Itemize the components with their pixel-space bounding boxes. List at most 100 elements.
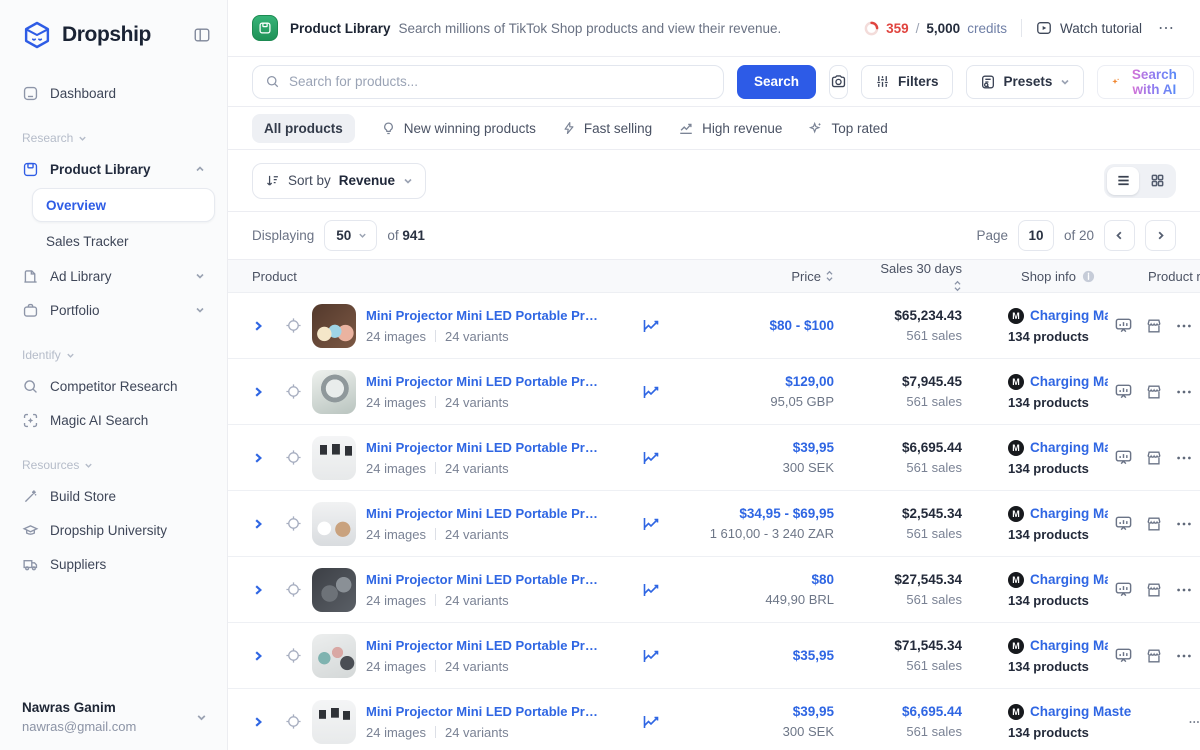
row-expand-button[interactable] (252, 452, 274, 464)
page-number-input[interactable] (1018, 220, 1054, 251)
product-title[interactable]: Mini Projector Mini LED Portable Project… (366, 308, 600, 323)
sales-chart-icon[interactable] (641, 514, 661, 534)
sidebar-item-dropship-university[interactable]: Dropship University (12, 513, 215, 547)
search-with-ai-button[interactable]: Search with AI (1097, 65, 1194, 99)
user-menu[interactable]: Nawras Ganim nawras@gmail.com (0, 686, 227, 750)
sales-chart-icon[interactable] (641, 580, 661, 600)
sidebar-item-build-store[interactable]: Build Store (12, 479, 215, 513)
track-product-button[interactable] (274, 449, 312, 466)
track-product-button[interactable] (274, 515, 312, 532)
image-search-button[interactable] (829, 65, 848, 99)
sidebar-item-product-library[interactable]: Product Library (12, 152, 215, 186)
shop-name[interactable]: Charging Master (1030, 308, 1108, 323)
shop-name[interactable]: Charging Master (1030, 638, 1108, 653)
shop-name[interactable]: Charging Master (1030, 506, 1108, 521)
product-image[interactable] (312, 502, 356, 546)
sidebar-item-ad-library[interactable]: Ad Library (12, 259, 215, 293)
chip-fast-selling[interactable]: Fast selling (562, 121, 652, 136)
product-image[interactable] (312, 700, 356, 744)
product-title[interactable]: Mini Projector Mini LED Portable Project… (366, 704, 600, 719)
shop-name[interactable]: Charging Master (1030, 704, 1132, 719)
credits-counter[interactable]: 359 / 5,000 credits (864, 21, 1007, 36)
grid-view-button[interactable] (1141, 167, 1173, 195)
row-more-menu-icon[interactable] (1175, 383, 1193, 401)
product-image[interactable] (312, 634, 356, 678)
chip-top-rated[interactable]: Top rated (808, 121, 887, 136)
sales-chart-icon[interactable] (641, 646, 661, 666)
view-analytics-icon[interactable] (1114, 382, 1133, 401)
sidebar-item-sales-tracker[interactable]: Sales Tracker (32, 225, 215, 257)
storefront-icon[interactable] (1145, 449, 1163, 467)
row-expand-button[interactable] (252, 650, 274, 662)
next-page-button[interactable] (1145, 220, 1176, 251)
view-analytics-icon[interactable] (1114, 448, 1133, 467)
storefront-icon[interactable] (1145, 317, 1163, 335)
search-field[interactable] (252, 65, 724, 99)
column-price[interactable]: Price (696, 269, 834, 284)
presets-button[interactable]: Presets (966, 65, 1085, 99)
product-title[interactable]: Mini Projector Mini LED Portable Project… (366, 506, 600, 521)
row-expand-button[interactable] (252, 584, 274, 596)
section-identify[interactable]: Identify (12, 348, 215, 362)
sales-chart-icon[interactable] (641, 382, 661, 402)
view-analytics-icon[interactable] (1114, 646, 1133, 665)
storefront-icon[interactable] (1145, 581, 1163, 599)
track-product-button[interactable] (274, 713, 312, 730)
view-analytics-icon[interactable] (1114, 580, 1133, 599)
row-more-menu-icon[interactable] (1175, 647, 1193, 665)
sidebar-item-competitor-research[interactable]: Competitor Research (12, 369, 215, 403)
watch-tutorial-button[interactable]: Watch tutorial (1036, 20, 1142, 36)
sales-chart-icon[interactable] (641, 448, 661, 468)
search-button[interactable]: Search (737, 65, 816, 99)
page-size-select[interactable]: 50 (324, 220, 377, 251)
previous-page-button[interactable] (1104, 220, 1135, 251)
row-more-menu-icon[interactable] (1175, 317, 1193, 335)
product-image[interactable] (312, 304, 356, 348)
collapse-sidebar-icon[interactable] (193, 26, 211, 44)
view-analytics-icon[interactable] (1114, 316, 1133, 335)
storefront-icon[interactable] (1145, 647, 1163, 665)
chip-high-revenue[interactable]: High revenue (678, 120, 782, 136)
track-product-button[interactable] (274, 383, 312, 400)
filters-button[interactable]: Filters (861, 65, 953, 99)
product-image[interactable] (312, 436, 356, 480)
row-expand-button[interactable] (252, 320, 274, 332)
shop-name[interactable]: Charging Master (1030, 572, 1108, 587)
search-input[interactable] (289, 74, 711, 89)
column-sales-30-days[interactable]: Sales 30 days (834, 261, 962, 292)
product-image[interactable] (312, 568, 356, 612)
sales-chart-icon[interactable] (641, 712, 661, 732)
product-title[interactable]: Mini Projector Mini LED Portable Project… (366, 374, 600, 389)
storefront-icon[interactable] (1145, 383, 1163, 401)
row-more-menu-icon[interactable] (1175, 581, 1193, 599)
view-analytics-icon[interactable] (1114, 514, 1133, 533)
sort-by-button[interactable]: Sort by Revenue (252, 163, 426, 199)
section-research[interactable]: Research (12, 131, 215, 145)
sidebar-item-portfolio[interactable]: Portfolio (12, 293, 215, 327)
shop-name[interactable]: Charging Master (1030, 374, 1108, 389)
chip-new-winning-products[interactable]: New winning products (381, 121, 536, 136)
product-title[interactable]: Mini Projector Mini LED Portable Project… (366, 638, 600, 653)
product-image[interactable] (312, 370, 356, 414)
shop-name[interactable]: Charging Master (1030, 440, 1108, 455)
row-more-menu-icon[interactable] (1188, 713, 1200, 731)
row-expand-button[interactable] (252, 518, 274, 530)
storefront-icon[interactable] (1145, 515, 1163, 533)
track-product-button[interactable] (274, 647, 312, 664)
track-product-button[interactable] (274, 581, 312, 598)
section-resources[interactable]: Resources (12, 458, 215, 472)
sidebar-item-dashboard[interactable]: Dashboard (12, 76, 215, 110)
track-product-button[interactable] (274, 317, 312, 334)
product-title[interactable]: Mini Projector Mini LED Portable Project… (366, 440, 600, 455)
product-title[interactable]: Mini Projector Mini LED Portable Project… (366, 572, 600, 587)
chip-all-products[interactable]: All products (252, 114, 355, 143)
row-more-menu-icon[interactable] (1175, 449, 1193, 467)
info-icon[interactable] (1082, 270, 1095, 283)
more-menu-icon[interactable]: ⋯ (1156, 18, 1176, 38)
sales-chart-icon[interactable] (641, 316, 661, 336)
sidebar-item-suppliers[interactable]: Suppliers (12, 547, 215, 581)
row-expand-button[interactable] (252, 716, 274, 728)
row-expand-button[interactable] (252, 386, 274, 398)
list-view-button[interactable] (1107, 167, 1139, 195)
sidebar-item-magic-ai-search[interactable]: Magic AI Search (12, 403, 215, 437)
